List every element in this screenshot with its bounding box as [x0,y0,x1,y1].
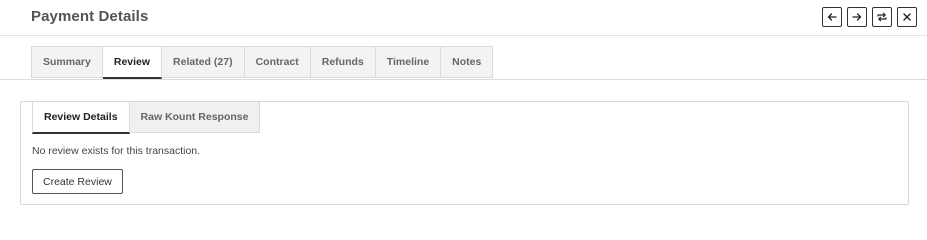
refresh-button[interactable] [872,7,892,27]
create-review-button[interactable]: Create Review [32,169,123,194]
previous-button[interactable] [822,7,842,27]
close-button[interactable] [897,7,917,27]
page-header: Payment Details [0,0,927,36]
tab-review[interactable]: Review [102,46,163,79]
main-tabs: Summary Review Related (27) Contract Ref… [31,46,494,79]
tab-summary[interactable]: Summary [31,46,103,78]
page-title: Payment Details [31,8,149,25]
subtab-review-details[interactable]: Review Details [32,102,130,134]
close-icon [903,13,911,21]
review-subtabs: Review Details Raw Kount Response [32,102,261,134]
tab-refunds[interactable]: Refunds [310,46,376,78]
review-panel: Review Details Raw Kount Response No rev… [20,101,909,205]
subtab-raw-kount-response[interactable]: Raw Kount Response [129,102,261,133]
header-actions [822,7,917,27]
tab-contract[interactable]: Contract [244,46,311,78]
refresh-icon [877,12,887,22]
next-button[interactable] [847,7,867,27]
tab-notes[interactable]: Notes [441,46,494,78]
arrow-left-icon [827,13,837,21]
empty-review-message: No review exists for this transaction. [32,145,201,157]
arrow-right-icon [852,13,862,21]
tab-related[interactable]: Related (27) [162,46,245,78]
main-tabs-bar: Summary Review Related (27) Contract Ref… [0,46,927,80]
tab-timeline[interactable]: Timeline [375,46,442,78]
